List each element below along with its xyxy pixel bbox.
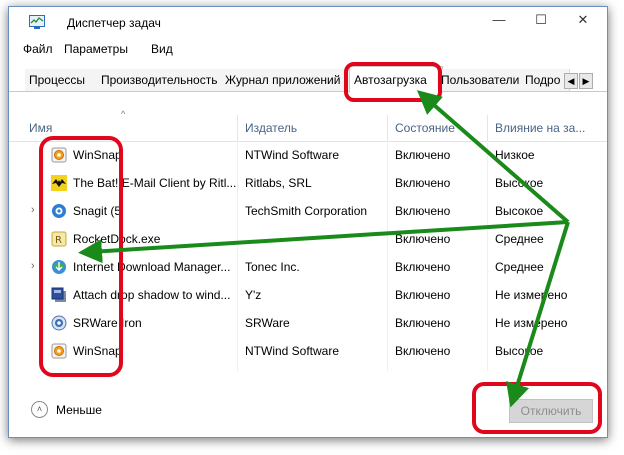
column-status-header[interactable]: Состояние (395, 121, 455, 135)
collapse-chevron-icon[interactable]: ˄ (31, 401, 48, 418)
startup-item-name: Attach drop shadow to wind... (73, 288, 231, 302)
startup-item-name: RocketDock.exe (73, 232, 161, 246)
startup-item-publisher: NTWind Software (245, 148, 340, 162)
menu-options[interactable]: Параметры (64, 42, 128, 56)
disable-button[interactable]: Отключить (509, 399, 593, 423)
startup-item-impact: Не измерено (495, 288, 568, 302)
column-header: Имя Издатель Состояние Влияние на за... (9, 115, 607, 142)
tab-performance[interactable]: Производительность (97, 69, 230, 91)
startup-item-publisher: Tonec Inc. (245, 260, 300, 274)
table-row[interactable]: The Bat! E-Mail Client by Ritl... Ritlab… (9, 169, 607, 197)
tab-users[interactable]: Пользователи (437, 69, 530, 91)
winsnap-icon (51, 343, 67, 359)
startup-item-publisher: Y'z (245, 288, 262, 302)
startup-item-status: Включено (395, 176, 451, 190)
tab-strip: Процессы Производительность Журнал прило… (9, 66, 607, 93)
table-row[interactable]: › Internet Download Manager... Tonec Inc… (9, 253, 607, 281)
startup-item-impact: Среднее (495, 232, 544, 246)
tab-scroll-left-button[interactable]: ◀ (564, 73, 578, 89)
startup-item-name: The Bat! E-Mail Client by Ritl... (73, 176, 237, 190)
startup-item-status: Включено (395, 232, 451, 246)
column-publisher-header[interactable]: Издатель (245, 121, 297, 135)
startup-item-impact: Не измерено (495, 316, 568, 330)
startup-item-publisher: Ritlabs, SRL (245, 176, 312, 190)
startup-item-name: WinSnap (73, 344, 122, 358)
startup-item-name: Snagit (5 (73, 204, 122, 218)
tab-app-history[interactable]: Журнал приложений (221, 69, 352, 91)
table-row[interactable]: WinSnap NTWind Software Включено Высокое (9, 337, 607, 365)
thebat-icon (51, 175, 67, 191)
startup-item-status: Включено (395, 316, 451, 330)
startup-item-name: SRWare Iron (73, 316, 142, 330)
winsnap-icon (51, 147, 67, 163)
expand-chevron-icon[interactable]: › (31, 260, 35, 272)
fewer-details-link[interactable]: Меньше (56, 403, 102, 417)
column-impact-header[interactable]: Влияние на за... (495, 121, 595, 135)
startup-item-status: Включено (395, 148, 451, 162)
srware-iron-icon (51, 315, 67, 331)
close-button[interactable]: ✕ (563, 7, 603, 33)
tab-processes[interactable]: Процессы (25, 69, 106, 91)
column-divider[interactable] (487, 115, 488, 141)
startup-item-impact: Высокое (495, 204, 544, 218)
maximize-button[interactable]: ☐ (521, 7, 561, 33)
startup-item-status: Включено (395, 260, 451, 274)
startup-item-name: WinSnap (73, 148, 122, 162)
column-name-header[interactable]: Имя (29, 121, 52, 135)
table-row[interactable]: Attach drop shadow to wind... Y'z Включе… (9, 281, 607, 309)
column-divider[interactable] (237, 115, 238, 141)
startup-item-impact: Низкое (495, 148, 535, 162)
task-manager-window: Диспетчер задач — ☐ ✕ Файл Параметры Вид… (8, 6, 608, 438)
footer-bar: ˄ Меньше Отключить (9, 395, 607, 437)
startup-item-status: Включено (395, 288, 451, 302)
startup-item-publisher: NTWind Software (245, 344, 340, 358)
startup-item-publisher: TechSmith Corporation (245, 204, 368, 218)
menu-file[interactable]: Файл (23, 42, 53, 56)
column-divider[interactable] (387, 115, 388, 141)
menu-view[interactable]: Вид (151, 42, 173, 56)
minimize-button[interactable]: — (479, 7, 519, 33)
expand-chevron-icon[interactable]: › (31, 204, 35, 216)
rocketdock-icon: R (51, 231, 67, 247)
menu-bar: Файл Параметры Вид (9, 39, 607, 59)
idm-icon (52, 260, 66, 274)
table-row[interactable]: WinSnap NTWind Software Включено Низкое (9, 141, 607, 169)
startup-item-status: Включено (395, 204, 451, 218)
startup-item-impact: Высокое (495, 344, 544, 358)
startup-item-impact: Высокое (495, 176, 544, 190)
snagit-icon (52, 204, 66, 218)
tab-details[interactable]: Подро (521, 69, 570, 91)
startup-item-impact: Среднее (495, 260, 544, 274)
window-title: Диспетчер задач (67, 16, 161, 30)
table-row[interactable]: R RocketDock.exe Включено Среднее (9, 225, 607, 253)
tab-startup[interactable]: Автозагрузка (349, 66, 443, 93)
table-row[interactable]: SRWare Iron SRWare Включено Не измерено (9, 309, 607, 337)
dropshadow-icon (51, 287, 66, 302)
table-row[interactable]: › Snagit (5 TechSmith Corporation Включе… (9, 197, 607, 225)
task-manager-app-icon (29, 15, 45, 29)
svg-text:R: R (55, 235, 62, 246)
startup-item-status: Включено (395, 344, 451, 358)
startup-item-name: Internet Download Manager... (73, 260, 231, 274)
startup-item-publisher: SRWare (245, 316, 290, 330)
tab-scroll-right-button[interactable]: ▶ (579, 73, 593, 89)
title-bar[interactable]: Диспетчер задач — ☐ ✕ (9, 7, 607, 39)
